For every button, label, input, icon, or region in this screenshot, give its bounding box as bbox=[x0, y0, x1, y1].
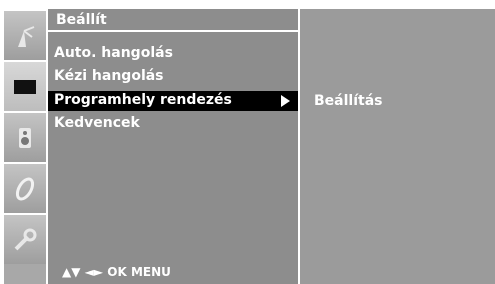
speaker-icon bbox=[19, 128, 31, 148]
menu-title-divider bbox=[48, 30, 298, 32]
screen-icon bbox=[14, 80, 36, 94]
menu-item-favourites[interactable]: Kedvencek bbox=[54, 115, 140, 131]
menu-item-label: Programhely rendezés bbox=[54, 92, 232, 108]
menu-item-manual-tuning[interactable]: Kézi hangolás bbox=[54, 68, 164, 84]
wrench-icon bbox=[14, 228, 37, 251]
submenu-panel: Beállítás bbox=[300, 9, 495, 284]
menu-item-auto-tuning[interactable]: Auto. hangolás bbox=[54, 45, 173, 61]
tv-setup-menu: Beállít Auto. hangolás Kézi hangolás Pro… bbox=[0, 0, 495, 284]
clock-icon bbox=[15, 177, 35, 201]
menu-item-program-edit[interactable]: Programhely rendezés bbox=[48, 91, 298, 111]
menu-tab-setup[interactable] bbox=[4, 9, 46, 60]
main-menu-panel: Beállít Auto. hangolás Kézi hangolás Pro… bbox=[48, 9, 298, 284]
navigation-hint: ▲▼ ◄► OK MENU bbox=[62, 265, 171, 279]
submenu-arrow-icon bbox=[281, 95, 290, 107]
antenna-icon bbox=[18, 26, 35, 47]
menu-tab-options[interactable] bbox=[4, 213, 46, 264]
submenu-item-setup[interactable]: Beállítás bbox=[314, 93, 382, 109]
menu-title: Beállít bbox=[56, 12, 107, 28]
menu-tab-time[interactable] bbox=[4, 162, 46, 213]
menu-tab-picture[interactable] bbox=[4, 60, 46, 111]
menu-tab-audio[interactable] bbox=[4, 111, 46, 162]
